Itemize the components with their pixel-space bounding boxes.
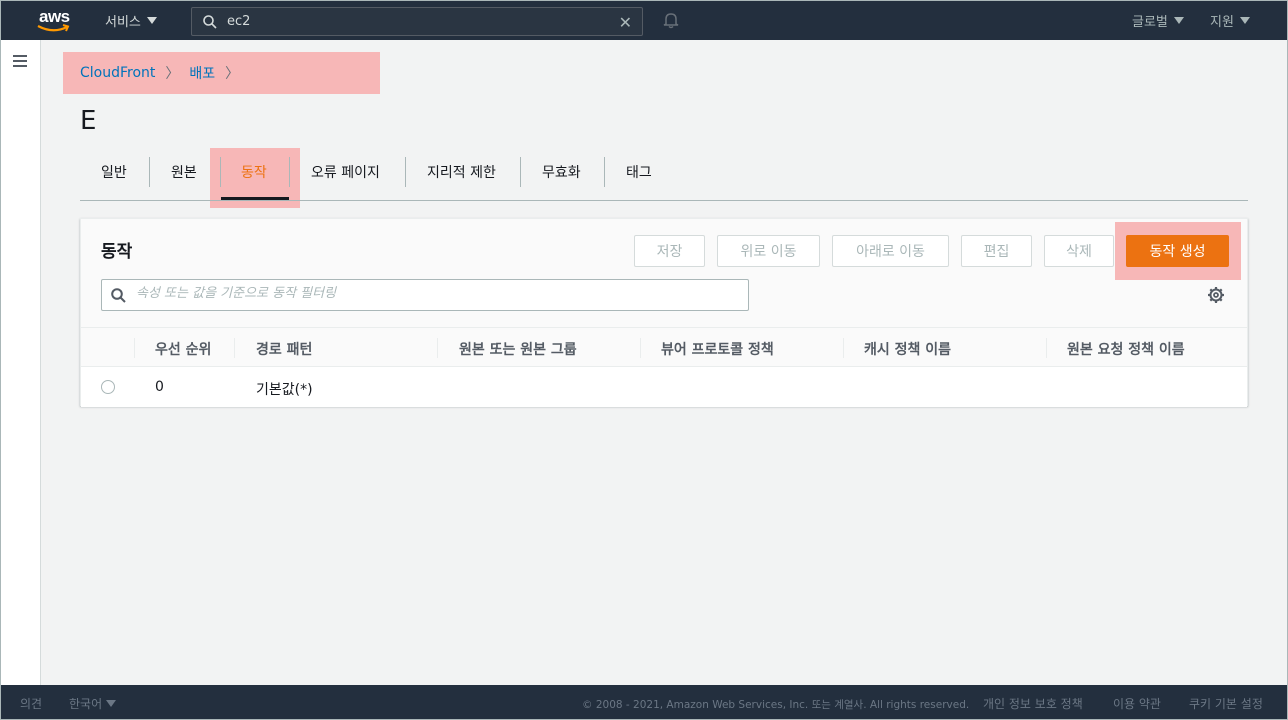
column-divider [234,338,235,358]
tab-behaviors[interactable]: 동작 [241,162,267,182]
global-search[interactable]: ec2 ✕ [191,7,643,36]
search-icon [203,15,217,29]
row-select-radio[interactable] [101,380,115,394]
copyright-text: © 2008 - 2021, Amazon Web Services, Inc.… [582,699,970,711]
save-button[interactable]: 저장 [634,235,705,267]
tab-error-pages[interactable]: 오류 페이지 [311,162,380,182]
tab-origins[interactable]: 원본 [171,162,197,182]
breadcrumb-cloudfront[interactable]: CloudFront [80,65,155,81]
column-header-origin-request-policy[interactable]: 원본 요청 정책 이름 [1067,339,1185,359]
top-navigation: aws 서비스 ec2 ✕ 글로벌 지원 [1,1,1287,40]
clear-search-icon[interactable]: ✕ [619,13,632,32]
hamburger-menu-icon[interactable] [13,55,27,70]
table-header: 우선 순위 경로 패턴 원본 또는 원본 그룹 뷰어 프로토콜 정책 캐시 정책… [81,327,1247,367]
chevron-right-icon: 〉 [225,66,240,82]
edit-button[interactable]: 편집 [961,235,1032,267]
tab-bar: 일반 원본 동작 오류 페이지 지리적 제한 무효화 태그 [80,150,1248,201]
column-divider [134,338,135,358]
footer: 의견 한국어 © 2008 - 2021, Amazon Web Service… [1,685,1287,719]
caret-down-icon [146,17,157,24]
page-title: E [80,106,97,136]
tab-divider [289,157,290,187]
breadcrumb: CloudFront 〉 배포 〉 [80,63,239,83]
tab-divider [604,157,605,187]
filter-input[interactable] [136,286,736,301]
column-divider [1046,338,1047,358]
tab-invalidations[interactable]: 무효화 [542,162,581,182]
tab-divider [149,157,150,187]
tab-divider [220,157,221,187]
behaviors-panel: 동작 저장 위로 이동 아래로 이동 편집 삭제 동작 생성 속성 또는 값을 … [80,218,1248,407]
active-tab-indicator [221,197,289,200]
region-menu[interactable]: 글로벌 [1132,11,1184,30]
tab-divider [520,157,521,187]
aws-logo[interactable]: aws [37,7,73,35]
search-icon [111,288,126,303]
chevron-right-icon: 〉 [165,66,180,82]
caret-down-icon [105,700,116,707]
behavior-filter[interactable] [101,279,749,311]
move-down-button[interactable]: 아래로 이동 [832,235,949,267]
column-header-origin[interactable]: 원본 또는 원본 그룹 [459,339,577,359]
support-menu[interactable]: 지원 [1210,11,1250,30]
gear-icon[interactable] [1207,286,1225,304]
column-divider [843,338,844,358]
language-label: 한국어 [69,697,103,711]
panel-header: 동작 저장 위로 이동 아래로 이동 편집 삭제 동작 생성 [81,219,1247,327]
panel-title: 동작 [101,242,133,262]
breadcrumb-distributions[interactable]: 배포 [189,63,215,83]
cookie-preferences-link[interactable]: 쿠키 기본 설정 [1189,695,1263,712]
terms-link[interactable]: 이용 약관 [1113,695,1161,712]
delete-button[interactable]: 삭제 [1044,235,1114,267]
cell-path-pattern: 기본값(*) [256,382,313,398]
privacy-link[interactable]: 개인 정보 보호 정책 [983,695,1083,712]
column-header-priority[interactable]: 우선 순위 [155,339,211,359]
language-selector[interactable]: 한국어 [69,695,116,712]
region-label: 글로벌 [1132,15,1168,30]
tab-general[interactable]: 일반 [101,162,127,182]
notifications-bell-icon[interactable] [662,11,680,29]
cell-priority: 0 [155,379,164,395]
caret-down-icon [1239,17,1250,24]
support-label: 지원 [1210,15,1234,30]
tab-divider [405,157,406,187]
column-divider [437,338,438,358]
move-up-button[interactable]: 위로 이동 [717,235,820,267]
search-input-value[interactable]: ec2 [227,14,250,29]
column-divider [640,338,641,358]
column-header-cache-policy[interactable]: 캐시 정책 이름 [864,339,951,359]
table-row[interactable]: 0 기본값(*) [81,367,1247,407]
tab-tags[interactable]: 태그 [626,162,652,182]
column-header-viewer-protocol[interactable]: 뷰어 프로토콜 정책 [661,339,774,359]
services-label: 서비스 [105,15,141,30]
feedback-link[interactable]: 의견 [20,695,42,712]
services-menu[interactable]: 서비스 [105,11,157,30]
tab-geo-restriction[interactable]: 지리적 제한 [427,162,496,182]
create-behavior-button[interactable]: 동작 생성 [1126,235,1229,267]
caret-down-icon [1173,17,1184,24]
side-navigation [1,40,41,685]
aws-smile-icon [37,24,70,32]
column-header-path-pattern[interactable]: 경로 패턴 [256,339,312,359]
